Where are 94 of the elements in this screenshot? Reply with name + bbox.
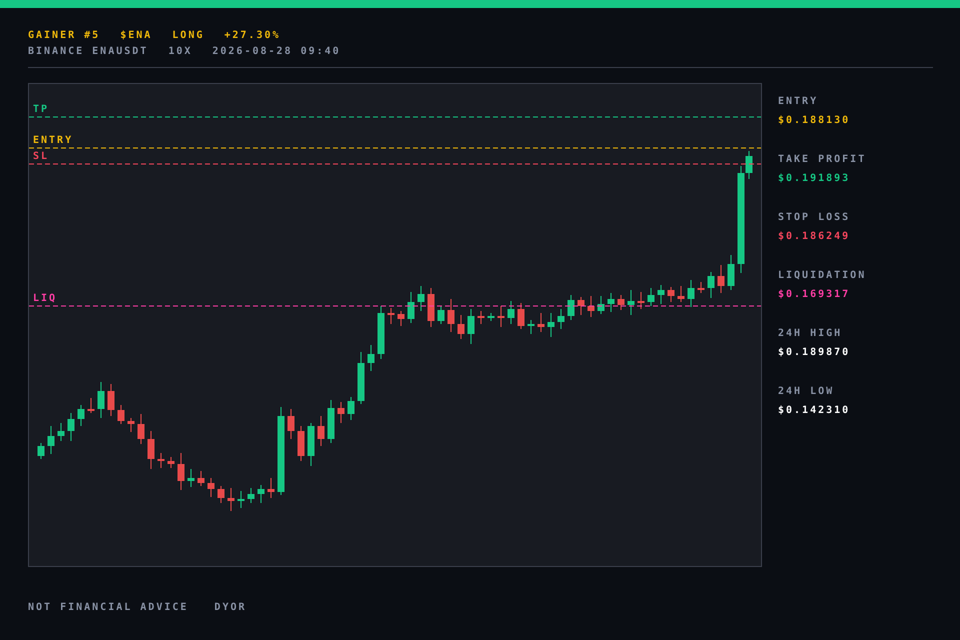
stat-label: LIQUIDATION [778, 270, 866, 281]
candlestick [698, 282, 704, 294]
candlestick [658, 284, 664, 304]
candlestick [38, 442, 44, 460]
candlestick [68, 412, 74, 442]
stat-value: $0.169317 [778, 289, 852, 300]
candlestick [408, 292, 414, 324]
candlestick [298, 426, 304, 462]
candlestick [428, 288, 434, 328]
candlestick [438, 306, 444, 324]
disclaimer-text: DYOR [214, 602, 247, 613]
candlestick [108, 384, 114, 416]
candlestick [308, 422, 314, 466]
candlestick [508, 300, 514, 324]
stat-value: $0.188130 [778, 115, 852, 126]
candlestick [198, 470, 204, 486]
candlestick [148, 430, 154, 470]
price-level-label: ENTRY [33, 135, 74, 146]
candlestick [318, 416, 324, 446]
stat-label: ENTRY [778, 96, 820, 107]
candlestick [648, 288, 654, 306]
candlestick [388, 308, 394, 324]
price-level-label: LIQ [33, 293, 58, 304]
candlestick [718, 264, 724, 294]
candlestick [458, 314, 464, 340]
stat-value: $0.142310 [778, 405, 852, 416]
price-level-label: SL [33, 151, 50, 162]
stat-label: TAKE PROFIT [778, 154, 866, 165]
candlestick [338, 402, 344, 424]
candlestick [488, 312, 494, 322]
candlestick [578, 296, 584, 316]
candlestick [558, 308, 564, 330]
candlestick [218, 486, 224, 504]
stat-label: 24H HIGH [778, 328, 844, 339]
candlestick [168, 456, 174, 468]
candlestick [608, 292, 614, 312]
candlestick [708, 272, 714, 298]
candlestick [728, 254, 734, 290]
stat-value: $0.186249 [778, 231, 852, 242]
candlestick [188, 468, 194, 488]
candlestick [128, 418, 134, 432]
disclaimer-text: NOT FINANCIAL ADVICE [28, 602, 188, 613]
candlestick [468, 308, 474, 344]
signal-title-text: LONG [172, 30, 204, 41]
candlestick [88, 398, 94, 414]
signal-meta-text: 2026-08-28 09:40 [212, 46, 341, 57]
candlestick [498, 306, 504, 328]
candlestick [348, 396, 354, 420]
candlestick [258, 484, 264, 504]
candlestick [158, 452, 164, 468]
stat-value: $0.191893 [778, 173, 852, 184]
candlestick [268, 478, 274, 498]
candlestick [208, 478, 214, 498]
candlestick [58, 422, 64, 442]
candlestick [678, 286, 684, 302]
price-level-label: TP [33, 104, 50, 115]
candlestick [378, 306, 384, 360]
candlestick [118, 404, 124, 424]
candlestick [368, 344, 374, 372]
signal-meta-text: BINANCE ENAUSDT [28, 46, 148, 57]
signal-title-text: $ENA [120, 30, 152, 41]
candlestick [688, 280, 694, 308]
candlestick [538, 312, 544, 332]
candlestick [588, 296, 594, 318]
candlestick [398, 310, 404, 326]
candlestick [248, 488, 254, 504]
stat-label: 24H LOW [778, 386, 836, 397]
candlestick [238, 490, 244, 508]
candlestick [568, 294, 574, 320]
candlestick [228, 488, 234, 512]
candlestick [78, 404, 84, 426]
signal-title-text: +27.30% [224, 30, 281, 41]
candlestick [288, 408, 294, 440]
candlestick [358, 352, 364, 404]
candlestick [48, 426, 54, 454]
candlestick [668, 286, 674, 302]
candlestick [628, 290, 634, 316]
candlestick [178, 452, 184, 490]
candlestick [418, 286, 424, 312]
signal-title-text: GAINER #5 [28, 30, 100, 41]
signal-meta-text: 10X [168, 46, 192, 57]
candlestick [618, 294, 624, 310]
candlestick [598, 296, 604, 314]
candlestick [518, 302, 524, 330]
candlestick [638, 292, 644, 310]
candlestick [548, 312, 554, 338]
stat-label: STOP LOSS [778, 212, 852, 223]
stat-value: $0.189870 [778, 347, 852, 358]
candlestick [478, 310, 484, 324]
candlestick [98, 382, 104, 418]
candlestick [138, 414, 144, 444]
candlestick [328, 400, 334, 444]
candlestick [528, 320, 534, 334]
candlestick [448, 298, 454, 332]
